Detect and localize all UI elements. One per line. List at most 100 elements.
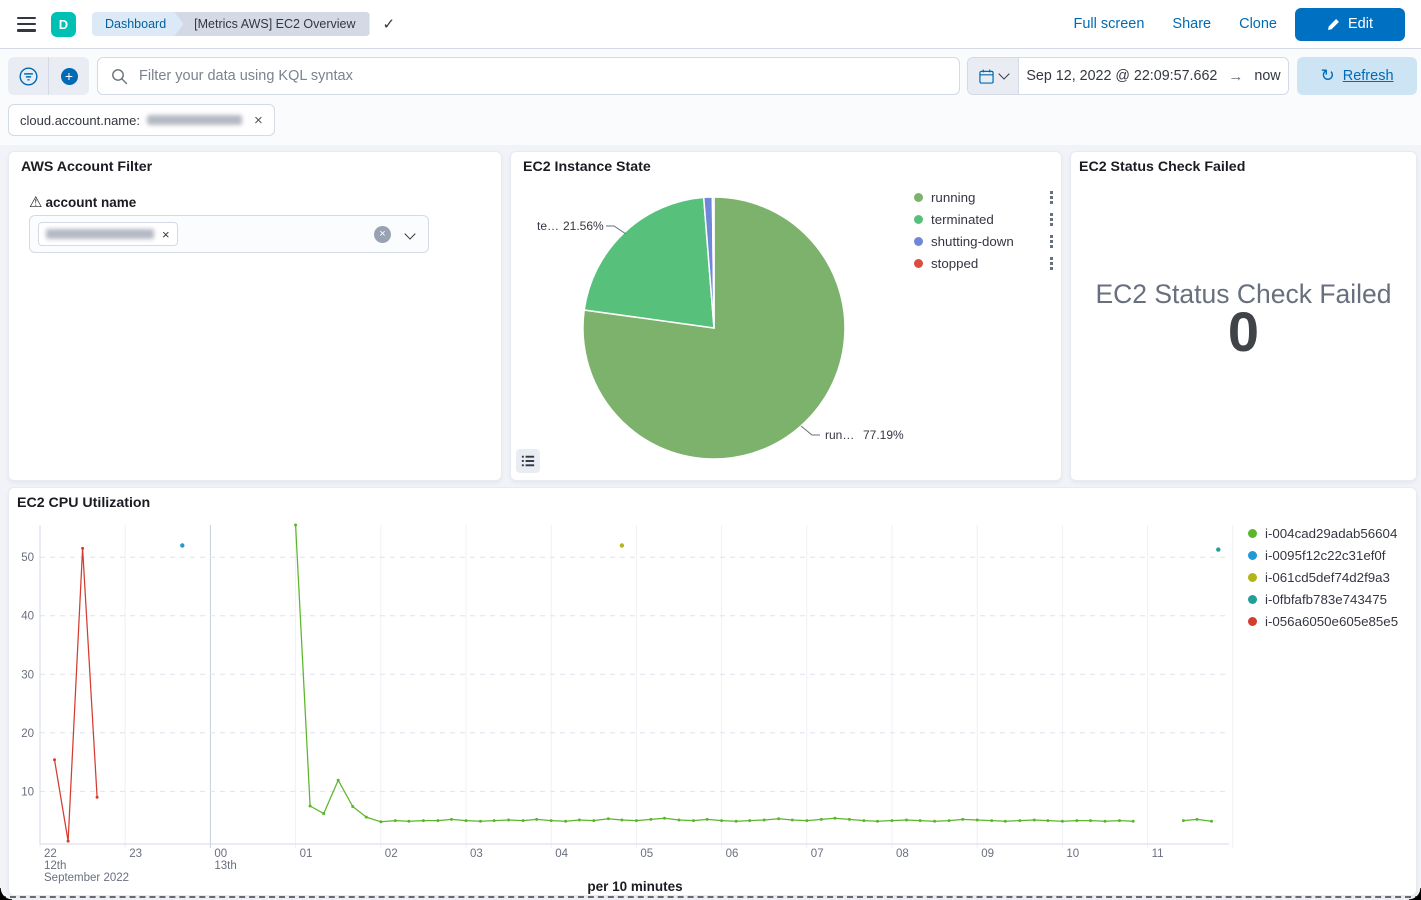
refresh-icon: ↻ <box>1320 66 1334 86</box>
series-point-i-004cad29adab56604 <box>1004 820 1007 823</box>
series-point-i-004cad29adab56604 <box>550 819 553 822</box>
series-point-i-0fbfafb783e743475 <box>1216 547 1220 551</box>
edit-button-label: Edit <box>1348 16 1373 32</box>
legend-actions-icon[interactable] <box>1050 262 1053 265</box>
add-filter-button[interactable]: + <box>48 57 89 95</box>
series-point-i-004cad29adab56604 <box>592 819 595 822</box>
window-corner-bottom-left <box>0 888 12 900</box>
plus-circle-icon: + <box>61 68 78 85</box>
breadcrumb-dashboard[interactable]: Dashboard <box>92 12 183 36</box>
y-tick-label: 30 <box>21 669 34 681</box>
date-end-value[interactable]: now <box>1254 68 1280 84</box>
panel-aws-account-filter: AWS Account Filter ⚠ account name × × <box>8 151 502 481</box>
series-point-i-004cad29adab56604 <box>791 819 794 822</box>
date-range-display: Sep 12, 2022 @ 22:09:57.662 → now <box>1019 58 1288 94</box>
series-point-i-004cad29adab56604 <box>535 818 538 821</box>
edit-button[interactable]: Edit <box>1295 8 1405 41</box>
filter-pill-redacted-value <box>147 115 242 125</box>
series-point-i-004cad29adab56604 <box>493 819 496 822</box>
full-screen-button[interactable]: Full screen <box>1073 16 1144 32</box>
series-point-i-004cad29adab56604 <box>450 818 453 821</box>
x-tick-label: 03 <box>470 848 483 860</box>
kql-search-input[interactable] <box>137 67 959 85</box>
legend-item-i-056a6050e605e85e5[interactable]: i-056a6050e605e85e5 <box>1248 610 1414 632</box>
series-point-i-004cad29adab56604 <box>848 818 851 821</box>
series-point-i-004cad29adab56604 <box>735 820 738 823</box>
x-tick-label: 04 <box>555 848 568 860</box>
series-point-i-004cad29adab56604 <box>820 818 823 821</box>
series-point-i-004cad29adab56604 <box>1018 819 1021 822</box>
series-point-i-004cad29adab56604 <box>294 524 297 527</box>
panel-ec2-instance-state: te…21.56%run…77.19% EC2 Instance State r… <box>510 151 1062 481</box>
clone-button[interactable]: Clone <box>1239 16 1277 32</box>
filter-pill-field: cloud.account.name: <box>20 113 140 128</box>
series-point-i-004cad29adab56604 <box>1210 820 1213 823</box>
legend-actions-icon[interactable] <box>1050 218 1053 221</box>
legend-item-terminated[interactable]: terminated <box>914 208 1056 230</box>
window-corner-bottom-right <box>1409 888 1421 900</box>
x-tick-label: 00 <box>214 848 227 860</box>
series-point-i-061cd5def74d2f9a3 <box>620 543 624 547</box>
pie-callout-label: te… <box>537 219 559 233</box>
list-icon <box>521 454 535 468</box>
series-point-i-004cad29adab56604 <box>933 820 936 823</box>
legend-item-i-004cad29adab56604[interactable]: i-004cad29adab56604 <box>1248 522 1414 544</box>
x-day-label: 13th <box>214 860 236 872</box>
legend-item-running[interactable]: running <box>914 186 1056 208</box>
legend-item-i-0095f12c22c31ef0f[interactable]: i-0095f12c22c31ef0f <box>1248 544 1414 566</box>
legend-label: shutting-down <box>931 234 1014 249</box>
breadcrumb-current-page[interactable]: [Metrics AWS] EC2 Overview <box>174 12 369 36</box>
series-point-i-004cad29adab56604 <box>607 817 610 820</box>
series-point-i-004cad29adab56604 <box>379 820 382 823</box>
cpu-legend: i-004cad29adab56604i-0095f12c22c31ef0f i-… <box>1248 522 1414 632</box>
series-point-i-004cad29adab56604 <box>507 819 510 822</box>
legend-label: i-061cd5def74d2f9a3 <box>1265 570 1390 585</box>
legend-item-i-061cd5def74d2f9a3[interactable]: i-061cd5def74d2f9a3 <box>1248 566 1414 588</box>
account-name-field-label: ⚠ account name <box>29 193 136 211</box>
date-range-picker[interactable]: Sep 12, 2022 @ 22:09:57.662 → now <box>967 57 1289 95</box>
filter-pill-cloud-account-name[interactable]: cloud.account.name: × <box>8 104 275 136</box>
date-start-value[interactable]: Sep 12, 2022 @ 22:09:57.662 <box>1026 68 1217 84</box>
warning-icon: ⚠ <box>29 193 42 211</box>
account-name-token[interactable]: × <box>38 222 178 246</box>
token-close-icon[interactable]: × <box>162 227 170 242</box>
series-point-i-004cad29adab56604 <box>620 819 623 822</box>
legend-dot-icon <box>1248 595 1257 604</box>
combobox-clear-button[interactable]: × <box>374 226 391 243</box>
pencil-icon <box>1327 18 1340 31</box>
panel-ec2-status-check-failed: EC2 Status Check Failed EC2 Status Check… <box>1070 151 1417 481</box>
series-point-i-004cad29adab56604 <box>1089 819 1092 822</box>
calendar-menu-button[interactable] <box>968 58 1019 94</box>
x-tick-label: 23 <box>129 848 142 860</box>
legend-label: running <box>931 190 975 205</box>
series-point-i-004cad29adab56604 <box>365 816 368 819</box>
legend-item-stopped[interactable]: stopped <box>914 252 1056 274</box>
filter-pill-close-icon[interactable]: × <box>254 112 263 129</box>
cpu-line-chart: 1020304050222300010203040506070809101112… <box>9 488 1416 895</box>
kibana-dashboard-screen: D Dashboard [Metrics AWS] EC2 Overview ✓… <box>0 0 1421 900</box>
saved-check-icon: ✓ <box>383 15 396 33</box>
legend-dot-icon <box>1248 617 1257 626</box>
deployment-logo[interactable]: D <box>51 12 76 37</box>
kql-search-box <box>97 57 960 95</box>
refresh-button[interactable]: ↻ Refresh <box>1297 57 1417 95</box>
legend-item-shutting-down[interactable]: shutting-down <box>914 230 1056 252</box>
series-point-i-004cad29adab56604 <box>407 820 410 823</box>
share-button[interactable]: Share <box>1172 16 1211 32</box>
legend-actions-icon[interactable] <box>1050 240 1053 243</box>
legend-actions-icon[interactable] <box>1050 196 1053 199</box>
metric-value: 0 <box>1071 302 1416 362</box>
panel-title: EC2 CPU Utilization <box>17 495 150 511</box>
saved-query-menu-button[interactable] <box>8 57 48 95</box>
bottom-dashed-divider <box>0 896 1421 898</box>
legend-item-i-0fbfafb783e743475[interactable]: i-0fbfafb783e743475 <box>1248 588 1414 610</box>
series-point-i-056a6050e605e85e5 <box>96 796 99 799</box>
y-tick-label: 20 <box>21 728 34 740</box>
pie-slice-terminated[interactable] <box>584 197 714 328</box>
x-tick-label: 01 <box>300 848 313 860</box>
legend-toggle-button[interactable] <box>516 449 540 473</box>
series-point-i-004cad29adab56604 <box>479 820 482 823</box>
account-name-combobox[interactable]: × × <box>29 215 429 253</box>
hamburger-menu-icon[interactable] <box>17 17 36 32</box>
pie-callout-percent: 21.56% <box>563 219 604 233</box>
